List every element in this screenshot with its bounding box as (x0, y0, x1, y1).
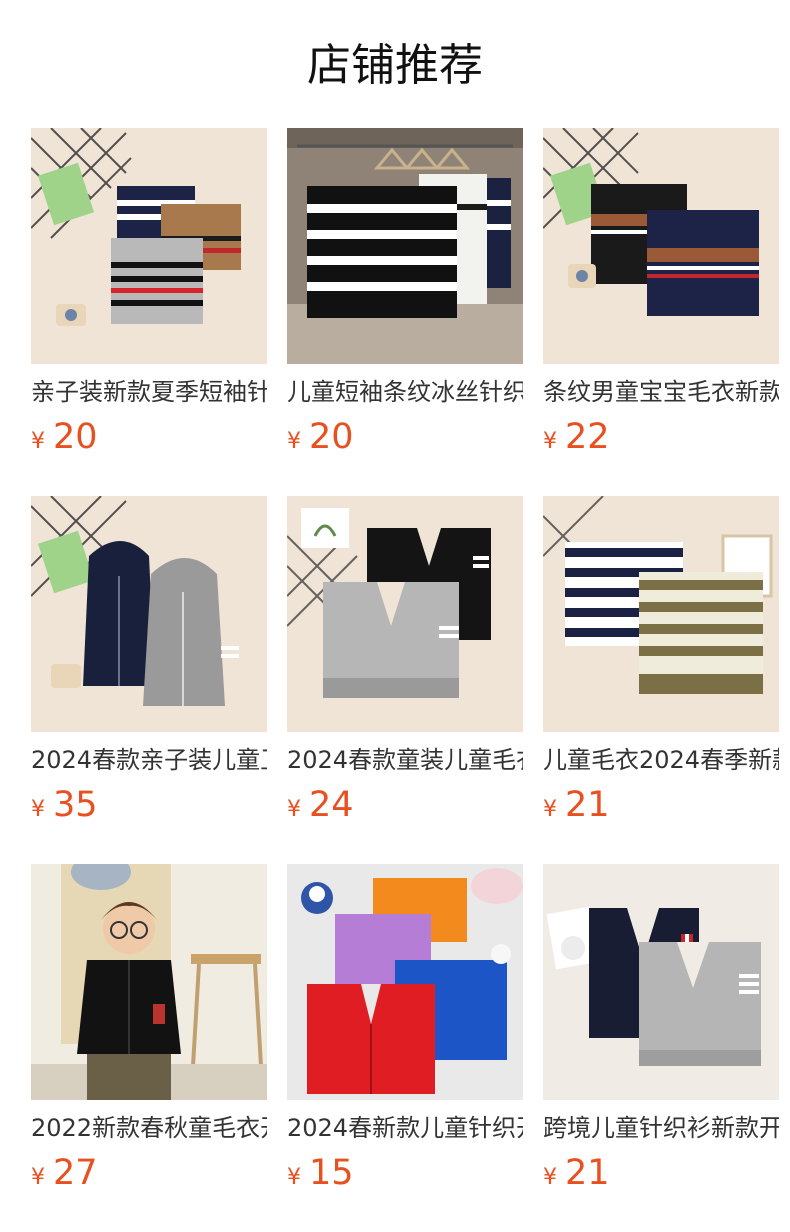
product-image[interactable] (31, 496, 267, 732)
product-price: ¥15 (287, 1153, 354, 1193)
product-image[interactable] (543, 864, 779, 1100)
currency-symbol: ¥ (31, 1165, 45, 1190)
price-amount: 22 (565, 417, 610, 457)
price-amount: 21 (565, 1153, 610, 1193)
product-price: ¥20 (31, 417, 98, 457)
product-photo-striped-short-sleeve (31, 128, 267, 364)
product-title[interactable]: 儿童短袖条纹冰丝针织衫 (287, 375, 523, 409)
price-amount: 27 (53, 1153, 98, 1193)
price-amount: 21 (565, 785, 610, 825)
currency-symbol: ¥ (31, 797, 45, 822)
product-price: ¥22 (543, 417, 610, 457)
price-amount: 20 (53, 417, 98, 457)
product-image[interactable] (287, 864, 523, 1100)
product-title[interactable]: 2024春款亲子装儿童卫衣 (31, 743, 267, 777)
product-image[interactable] (31, 128, 267, 364)
product-photo-colorful-cardigans (287, 864, 523, 1100)
product-price: ¥24 (287, 785, 354, 825)
product-price: ¥27 (31, 1153, 98, 1193)
product-title[interactable]: 跨境儿童针织衫新款开衫 (543, 1111, 779, 1145)
price-amount: 15 (309, 1153, 354, 1193)
currency-symbol: ¥ (287, 429, 301, 454)
currency-symbol: ¥ (287, 797, 301, 822)
product-title[interactable]: 2024春新款儿童针织开衫 (287, 1111, 523, 1145)
product-photo-hanging-striped-sweaters (287, 128, 523, 364)
product-title[interactable]: 条纹男童宝宝毛衣新款 (543, 375, 779, 409)
section-title: 店铺推荐 (307, 40, 483, 91)
product-image[interactable] (287, 128, 523, 364)
product-title[interactable]: 亲子装新款夏季短袖针织衫 (31, 375, 267, 409)
product-photo-vneck-cardigans (287, 496, 523, 732)
currency-symbol: ¥ (543, 429, 557, 454)
product-price: ¥21 (543, 785, 610, 825)
product-photo-striped-sweaters-olive (543, 496, 779, 732)
price-amount: 35 (53, 785, 98, 825)
product-price: ¥21 (543, 1153, 610, 1193)
product-title[interactable]: 2022新款春秋童毛衣开衫 (31, 1111, 267, 1145)
product-title[interactable]: 儿童毛衣2024春季新款 (543, 743, 779, 777)
product-price: ¥20 (287, 417, 354, 457)
price-amount: 20 (309, 417, 354, 457)
product-image[interactable] (543, 128, 779, 364)
product-image[interactable] (31, 864, 267, 1100)
product-image[interactable] (543, 496, 779, 732)
product-photo-vneck-navy-grey (543, 864, 779, 1100)
product-photo-boy-model (31, 864, 267, 1100)
product-photo-striped-long-sleeve (543, 128, 779, 364)
product-title[interactable]: 2024春款童装儿童毛衣开衫 (287, 743, 523, 777)
currency-symbol: ¥ (287, 1165, 301, 1190)
product-image[interactable] (287, 496, 523, 732)
currency-symbol: ¥ (543, 1165, 557, 1190)
price-amount: 24 (309, 785, 354, 825)
product-photo-hooded-cardigans (31, 496, 267, 732)
currency-symbol: ¥ (31, 429, 45, 454)
product-price: ¥35 (31, 785, 98, 825)
currency-symbol: ¥ (543, 797, 557, 822)
